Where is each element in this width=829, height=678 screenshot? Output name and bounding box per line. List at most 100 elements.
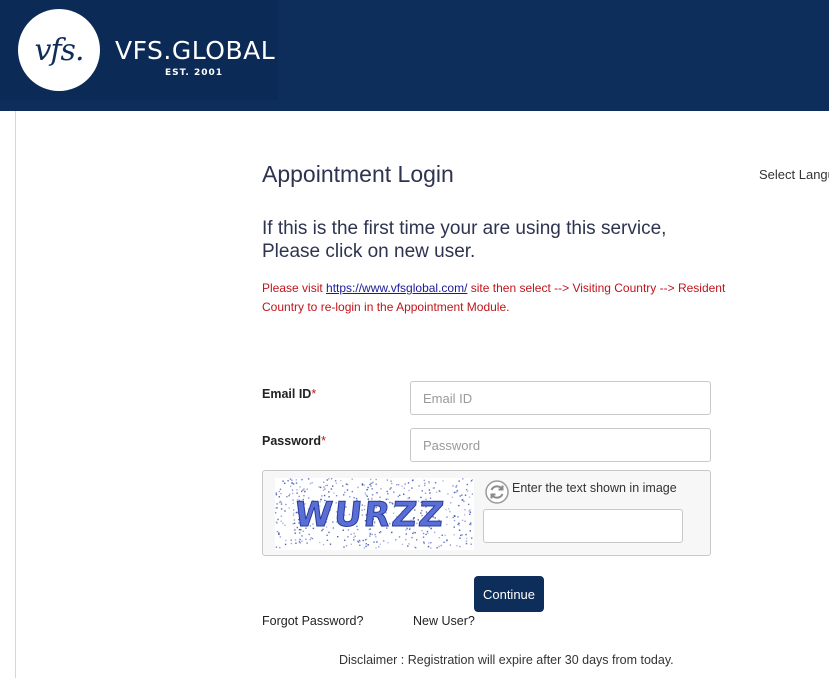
captcha-noise-dot (459, 545, 461, 548)
captcha-noise-dot (307, 478, 310, 480)
captcha-noise-dot (296, 489, 298, 491)
captcha-noise-dot (404, 483, 406, 485)
captcha-noise-dot (379, 543, 381, 545)
vfs-global-link[interactable]: https://www.vfsglobal.com/ (326, 281, 467, 295)
captcha-noise-dot (275, 492, 277, 494)
captcha-noise-dot (433, 487, 435, 489)
email-input[interactable] (410, 381, 711, 415)
captcha-noise-dot (319, 541, 321, 544)
relogin-notice: Please visit https://www.vfsglobal.com/ … (262, 279, 732, 317)
site-header: vfs. VFS.GLOBAL EST. 2001 (0, 0, 829, 111)
captcha-noise-dot (461, 499, 463, 501)
captcha-noise-dot (275, 512, 277, 514)
captcha-noise-dot (278, 501, 281, 504)
captcha-noise-dot (430, 547, 432, 549)
captcha-noise-dot (275, 546, 278, 548)
captcha-noise-dot (326, 539, 329, 541)
captcha-noise-dot (364, 492, 366, 494)
captcha-noise-dot (430, 542, 432, 544)
captcha-noise-dot (440, 544, 442, 547)
captcha-text: WURZZ (293, 495, 448, 535)
captcha-noise-dot (290, 542, 293, 545)
captcha-noise-dot (450, 502, 452, 504)
new-user-link[interactable]: New User? (413, 614, 475, 628)
continue-button[interactable]: Continue (474, 576, 544, 612)
captcha-noise-dot (449, 510, 451, 513)
captcha-noise-dot (318, 486, 320, 488)
captcha-noise-dot (276, 503, 278, 505)
captcha-noise-dot (290, 539, 292, 541)
password-input[interactable] (410, 428, 711, 462)
captcha-noise-dot (453, 519, 456, 522)
captcha-noise-dot (310, 537, 312, 539)
captcha-noise-dot (466, 537, 468, 540)
captcha-noise-dot (357, 541, 360, 543)
captcha-noise-dot (324, 488, 326, 490)
captcha-noise-dot (443, 541, 445, 543)
captcha-noise-dot (390, 480, 392, 482)
captcha-noise-dot (278, 496, 280, 498)
captcha-noise-dot (326, 479, 328, 481)
captcha-noise-dot (471, 537, 473, 539)
captcha-input[interactable] (483, 509, 683, 543)
captcha-noise-dot (280, 515, 283, 517)
captcha-noise-dot (361, 483, 364, 485)
captcha-noise-dot (461, 519, 464, 522)
captcha-noise-dot (362, 539, 364, 542)
captcha-noise-dot (322, 543, 325, 546)
captcha-noise-dot (396, 484, 398, 486)
captcha-noise-dot (299, 486, 301, 488)
captcha-noise-dot (460, 534, 462, 537)
captcha-noise-dot (284, 482, 286, 484)
captcha-noise-dot (292, 483, 295, 485)
captcha-noise-dot (291, 479, 293, 481)
captcha-noise-dot (408, 543, 410, 545)
captcha-noise-dot (428, 482, 430, 484)
refresh-icon[interactable] (485, 480, 509, 504)
captcha-noise-dot (465, 542, 468, 545)
captcha-noise-dot (424, 484, 426, 487)
captcha-noise-dot (411, 479, 414, 482)
captcha-noise-dot (287, 480, 289, 482)
intro-line-2: Please click on new user. (262, 241, 476, 262)
captcha-noise-dot (464, 520, 466, 522)
left-divider (15, 111, 16, 678)
page-title: Appointment Login (262, 161, 454, 187)
captcha-noise-dot (458, 524, 460, 526)
captcha-noise-dot (444, 534, 446, 536)
captcha-noise-dot (424, 492, 427, 494)
captcha-noise-dot (370, 485, 372, 487)
captcha-noise-dot (326, 484, 328, 487)
captcha-noise-dot (461, 494, 463, 496)
captcha-noise-dot (325, 484, 327, 487)
captcha-noise-dot (373, 541, 375, 543)
logo[interactable]: vfs. VFS.GLOBAL EST. 2001 (0, 0, 278, 100)
captcha-noise-dot (289, 493, 291, 495)
captcha-noise-dot (465, 488, 468, 491)
captcha-noise-dot (469, 511, 472, 513)
captcha-noise-dot (428, 489, 431, 491)
captcha-noise-dot (328, 491, 330, 493)
captcha-noise-dot (279, 547, 281, 549)
captcha-noise-dot (363, 484, 366, 486)
captcha-noise-dot (386, 479, 388, 481)
captcha-noise-dot (405, 538, 407, 541)
captcha-noise-dot (421, 490, 423, 492)
captcha-noise-dot (418, 485, 420, 487)
captcha-noise-dot (423, 479, 425, 482)
captcha-noise-dot (408, 489, 410, 492)
captcha-noise-dot (370, 478, 372, 481)
captcha-noise-dot (343, 546, 345, 548)
captcha-noise-dot (302, 489, 304, 491)
captcha-noise-dot (464, 494, 467, 496)
captcha-noise-dot (309, 482, 312, 485)
forgot-password-link[interactable]: Forgot Password? (262, 614, 363, 628)
captcha-noise-dot (442, 480, 444, 482)
captcha-noise-dot (332, 485, 334, 487)
captcha-noise-dot (390, 487, 392, 489)
captcha-noise-dot (299, 542, 301, 544)
captcha-noise-dot (290, 485, 292, 488)
captcha-noise-dot (446, 523, 448, 526)
language-selector[interactable]: Select Language (759, 167, 829, 182)
captcha-noise-dot (323, 486, 325, 488)
